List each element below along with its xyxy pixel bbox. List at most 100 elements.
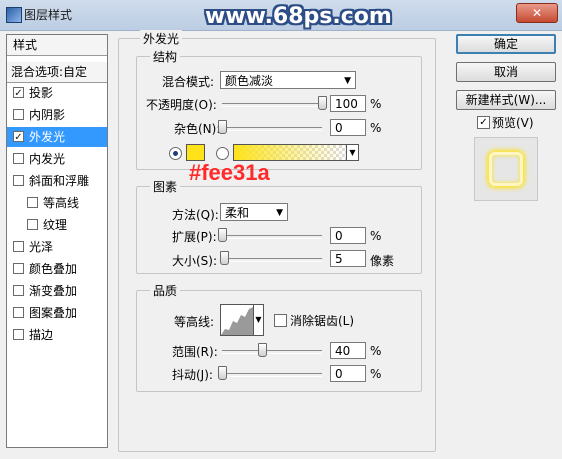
opacity-label: 不透明度(O): bbox=[146, 98, 217, 112]
style-item-label: 投影 bbox=[29, 86, 54, 100]
style-item[interactable]: 颜色叠加 bbox=[7, 259, 107, 279]
preview-checkbox[interactable]: ✓ bbox=[477, 116, 490, 129]
size-unit: 像素 bbox=[370, 254, 395, 268]
cancel-button[interactable]: 取消 bbox=[456, 62, 556, 82]
style-item[interactable]: 内阴影 bbox=[7, 105, 107, 125]
style-item-checkbox[interactable] bbox=[13, 285, 24, 296]
style-item-checkbox[interactable] bbox=[13, 109, 24, 120]
style-item[interactable]: ✓ 投影 bbox=[7, 83, 107, 103]
style-item-label: 渐变叠加 bbox=[29, 284, 78, 298]
size-input[interactable]: 5 bbox=[330, 250, 366, 267]
technique-value: 柔和 bbox=[225, 206, 250, 220]
style-list-header: 样式 bbox=[7, 35, 107, 56]
opacity-slider-track[interactable] bbox=[222, 103, 322, 107]
anti-alias-checkbox[interactable] bbox=[274, 314, 287, 327]
size-slider-thumb[interactable] bbox=[220, 251, 229, 265]
technique-select[interactable]: 柔和 ▼ bbox=[220, 203, 288, 221]
glow-color-swatch[interactable] bbox=[186, 144, 205, 161]
style-item-checkbox[interactable] bbox=[27, 219, 38, 230]
style-item[interactable]: 图案叠加 bbox=[7, 303, 107, 323]
jitter-input[interactable]: 0 bbox=[330, 365, 366, 382]
style-item-label: 斜面和浮雕 bbox=[29, 174, 90, 188]
style-item-label: 图案叠加 bbox=[29, 306, 78, 320]
opacity-input[interactable]: 100 bbox=[330, 95, 366, 112]
style-list-header-label: 样式 bbox=[13, 38, 38, 52]
blend-options-item[interactable]: 混合选项:自定 bbox=[7, 62, 107, 83]
noise-unit: % bbox=[370, 121, 382, 135]
noise-input[interactable]: 0 bbox=[330, 119, 366, 136]
style-item[interactable]: 斜面和浮雕 bbox=[7, 171, 107, 191]
style-item-checkbox[interactable] bbox=[13, 329, 24, 340]
style-item[interactable]: 描边 bbox=[7, 325, 107, 345]
blend-mode-value: 颜色减淡 bbox=[225, 74, 274, 88]
preview-label: 预览(V) bbox=[492, 116, 534, 130]
style-item[interactable]: 光泽 bbox=[7, 237, 107, 257]
style-item[interactable]: 渐变叠加 bbox=[7, 281, 107, 301]
style-item-label: 内发光 bbox=[29, 152, 66, 166]
anti-alias-label: 消除锯齿(L) bbox=[290, 314, 355, 328]
style-list: 样式 混合选项:自定 ✓ 投影内阴影 ✓ 外发光内发光斜面和浮雕等高线纹理光泽颜色叠加… bbox=[6, 34, 108, 448]
style-item-label: 内阴影 bbox=[29, 108, 66, 122]
style-item-checkbox[interactable] bbox=[13, 307, 24, 318]
size-label: 大小(S): bbox=[172, 254, 218, 268]
style-item-label: 颜色叠加 bbox=[29, 262, 78, 276]
style-item-checkbox[interactable] bbox=[13, 263, 24, 274]
style-item[interactable]: 内发光 bbox=[7, 149, 107, 169]
window-title: 图层样式 bbox=[24, 8, 73, 22]
style-item-label: 外发光 bbox=[29, 130, 66, 144]
style-item-checkbox[interactable] bbox=[13, 153, 24, 164]
style-item-label: 光泽 bbox=[29, 240, 54, 254]
solid-color-radio[interactable] bbox=[169, 147, 182, 160]
contour-preview[interactable] bbox=[220, 304, 254, 336]
close-button[interactable]: ✕ bbox=[516, 3, 558, 23]
style-item-checkbox[interactable]: ✓ bbox=[13, 87, 24, 99]
style-item[interactable]: ✓ 外发光 bbox=[7, 127, 107, 147]
spread-input[interactable]: 0 bbox=[330, 227, 366, 244]
contour-dropdown-chevron-down-icon[interactable]: ▼ bbox=[253, 304, 264, 336]
new-style-button[interactable]: 新建样式(W)... bbox=[456, 90, 556, 110]
noise-slider-thumb[interactable] bbox=[218, 120, 227, 134]
blend-mode-select[interactable]: 颜色减淡 ▼ bbox=[220, 71, 356, 89]
watermark-text: www.68ps.com bbox=[205, 4, 392, 29]
style-item-label: 等高线 bbox=[43, 196, 80, 210]
style-item[interactable]: 等高线 bbox=[7, 193, 107, 213]
spread-label: 扩展(P): bbox=[172, 230, 217, 244]
range-slider-track[interactable] bbox=[222, 350, 322, 354]
range-unit: % bbox=[370, 344, 382, 358]
elements-title: 图素 bbox=[150, 178, 181, 195]
style-item-checkbox[interactable] bbox=[13, 241, 24, 252]
spread-slider-thumb[interactable] bbox=[218, 228, 227, 242]
spread-slider-track[interactable] bbox=[222, 235, 322, 239]
chevron-down-icon: ▼ bbox=[344, 76, 351, 86]
opacity-unit: % bbox=[370, 97, 382, 111]
blend-mode-label: 混合模式: bbox=[162, 75, 215, 89]
style-item[interactable]: 纹理 bbox=[7, 215, 107, 235]
glow-gradient-swatch[interactable] bbox=[233, 144, 347, 161]
spread-unit: % bbox=[370, 229, 382, 243]
noise-slider-track[interactable] bbox=[222, 127, 322, 131]
style-item-checkbox[interactable]: ✓ bbox=[13, 131, 24, 143]
jitter-slider-track[interactable] bbox=[222, 373, 322, 377]
blend-options-label: 混合选项:自定 bbox=[11, 65, 88, 79]
jitter-unit: % bbox=[370, 367, 382, 381]
gradient-dropdown-chevron-down-icon[interactable]: ▼ bbox=[346, 144, 359, 161]
ok-button[interactable]: 确定 bbox=[456, 34, 556, 54]
preview-glow-shape bbox=[489, 152, 523, 186]
app-icon bbox=[6, 7, 22, 23]
style-item-label: 描边 bbox=[29, 328, 54, 342]
size-slider-track[interactable] bbox=[222, 258, 322, 262]
quality-title: 品质 bbox=[150, 282, 181, 299]
contour-label: 等高线: bbox=[174, 315, 215, 329]
gradient-radio[interactable] bbox=[216, 147, 229, 160]
style-item-checkbox[interactable] bbox=[13, 175, 24, 186]
chevron-down-icon: ▼ bbox=[276, 208, 283, 218]
technique-label: 方法(Q): bbox=[172, 208, 219, 222]
jitter-slider-thumb[interactable] bbox=[218, 366, 227, 380]
outer-glow-title: 外发光 bbox=[140, 30, 183, 47]
range-input[interactable]: 40 bbox=[330, 342, 366, 359]
range-label: 范围(R): bbox=[172, 345, 218, 359]
style-item-checkbox[interactable] bbox=[27, 197, 38, 208]
range-slider-thumb[interactable] bbox=[258, 343, 267, 357]
color-annotation: #fee31a bbox=[189, 160, 270, 185]
opacity-slider-thumb[interactable] bbox=[318, 96, 327, 110]
